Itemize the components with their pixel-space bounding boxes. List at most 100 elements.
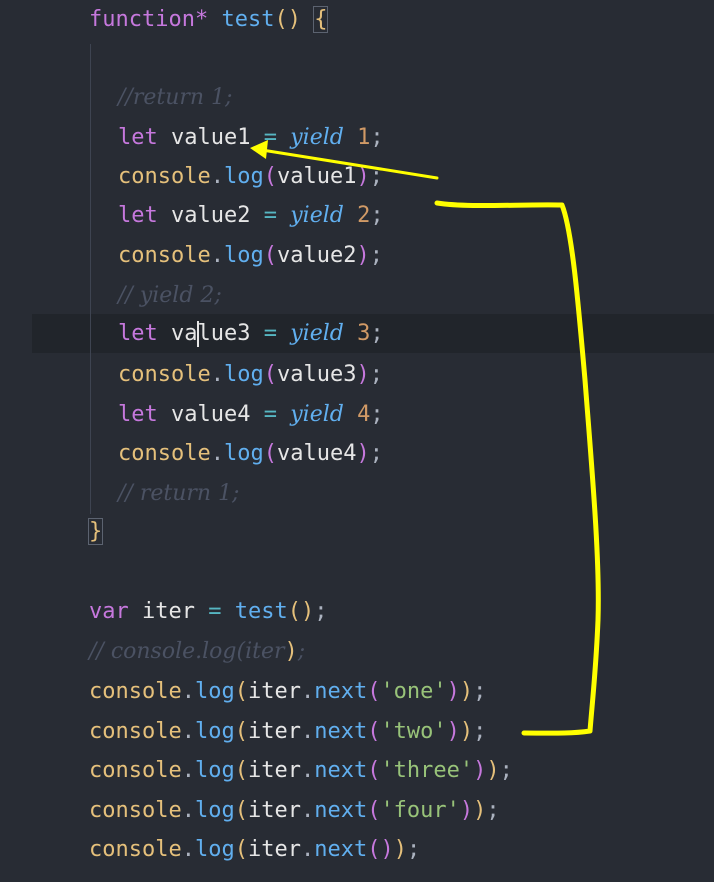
dot: .: [300, 758, 315, 783]
open-paren-inner: (: [367, 679, 381, 704]
close-paren-inner: ): [446, 679, 460, 704]
method-next: next: [314, 758, 368, 783]
variable-name: value2: [171, 203, 251, 228]
semicolon: ;: [369, 441, 383, 466]
code-line-console-log-value3[interactable]: console.log(value3);: [118, 355, 383, 395]
close-paren-inner: ): [380, 837, 394, 862]
close-paren-inner: ): [459, 798, 474, 823]
operator-equals: =: [208, 599, 222, 624]
code-line-next-two[interactable]: console.log(iter.next('two'));: [89, 712, 486, 752]
close-paren: ): [356, 362, 370, 387]
iter-identifier: iter: [247, 679, 301, 704]
close-paren: ): [393, 837, 407, 862]
code-line-comment[interactable]: // yield 2;: [118, 276, 222, 316]
code-line-let-value1[interactable]: let value1 = yield 1;: [118, 118, 384, 158]
comment-text: // console.log(iter: [89, 639, 285, 664]
open-paren-inner: (: [367, 837, 381, 862]
console-object: console: [118, 243, 211, 268]
console-object: console: [89, 837, 182, 862]
operator-equals: =: [263, 321, 277, 346]
comment-text: // yield 2;: [118, 283, 222, 308]
method-log: log: [194, 798, 235, 823]
close-paren-inner: ): [446, 719, 460, 744]
keyword-let: let: [118, 203, 158, 228]
code-line-next-empty[interactable]: console.log(iter.next());: [89, 830, 420, 870]
semicolon: ;: [369, 362, 383, 387]
open-paren-inner: (: [367, 798, 381, 823]
argument: value3: [276, 362, 357, 387]
comment-text: //return 1;: [118, 85, 233, 110]
open-paren: (: [263, 441, 277, 466]
variable-name: iter: [142, 599, 195, 624]
method-next: next: [314, 798, 368, 823]
code-line-console-log-value1[interactable]: console.log(value1);: [118, 157, 383, 197]
open-paren: (: [263, 362, 277, 387]
semicolon: ;: [370, 402, 384, 427]
dot: .: [181, 679, 195, 704]
close-brace: }: [87, 518, 104, 545]
code-line-next-three[interactable]: console.log(iter.next('three'));: [89, 751, 513, 791]
code-line-console-log-value2[interactable]: console.log(value2);: [118, 236, 383, 276]
keyword-yield: yield: [290, 321, 344, 346]
semicolon: ;: [370, 125, 384, 150]
code-line-console-log-value4[interactable]: console.log(value4);: [118, 434, 383, 474]
argument: value2: [276, 243, 357, 268]
method-next: next: [314, 679, 368, 704]
method-log: log: [223, 362, 264, 387]
variable-name-part2: lue3: [197, 321, 251, 346]
keyword-function: function: [89, 7, 195, 32]
console-object: console: [89, 758, 182, 783]
method-next: next: [314, 719, 368, 744]
code-line-let-value2[interactable]: let value2 = yield 2;: [118, 196, 384, 236]
paren-pair: (): [274, 7, 301, 32]
code-line-comment[interactable]: // return 1;: [118, 474, 239, 514]
string-literal: 'one': [380, 679, 447, 704]
code-editor[interactable]: function* test() { //return 1; let value…: [0, 0, 714, 882]
comment-semicolon: ;: [297, 639, 306, 664]
code-line-comment[interactable]: // console.log(iter);: [89, 632, 305, 672]
close-paren: ): [356, 164, 370, 189]
operator-equals: =: [263, 402, 277, 427]
code-line-let-value4[interactable]: let value4 = yield 4;: [118, 395, 384, 435]
method-log: log: [194, 679, 235, 704]
dot: .: [210, 441, 224, 466]
semicolon: ;: [406, 837, 421, 862]
iter-identifier: iter: [247, 837, 301, 862]
semicolon: ;: [473, 719, 487, 744]
open-paren: (: [234, 758, 248, 783]
semicolon: ;: [370, 203, 384, 228]
argument: value1: [276, 164, 357, 189]
code-line-comment[interactable]: //return 1;: [118, 78, 232, 118]
close-paren: ): [459, 719, 474, 744]
open-paren: (: [234, 719, 248, 744]
code-line-let-value3[interactable]: let value3 = yield 3;: [118, 314, 384, 354]
code-line-close-brace[interactable]: }: [87, 512, 104, 552]
console-object: console: [89, 798, 182, 823]
semicolon: ;: [314, 599, 328, 624]
code-line-next-four[interactable]: console.log(iter.next('four'));: [89, 791, 500, 831]
dot: .: [210, 164, 224, 189]
operator-equals: =: [263, 203, 277, 228]
console-object: console: [118, 164, 211, 189]
semicolon: ;: [486, 798, 500, 823]
variable-name-part1: va: [171, 321, 198, 346]
keyword-let: let: [118, 125, 158, 150]
function-name: test: [221, 7, 275, 32]
open-paren: (: [234, 679, 248, 704]
code-line-next-one[interactable]: console.log(iter.next('one'));: [89, 672, 486, 712]
open-paren: (: [234, 798, 248, 823]
method-log: log: [194, 758, 235, 783]
number-literal: 1: [357, 125, 371, 150]
comment-text: // return 1;: [118, 481, 240, 506]
number-literal: 3: [357, 321, 371, 346]
dot: .: [210, 362, 224, 387]
open-paren-inner: (: [367, 758, 381, 783]
dot: .: [300, 798, 315, 823]
code-line-function-decl[interactable]: function* test() {: [89, 0, 329, 40]
semicolon: ;: [370, 321, 384, 346]
close-paren: ): [486, 758, 500, 783]
dot: .: [300, 679, 315, 704]
iter-identifier: iter: [247, 719, 301, 744]
keyword-yield: yield: [290, 402, 344, 427]
code-line-var-iter[interactable]: var iter = test();: [89, 592, 327, 632]
